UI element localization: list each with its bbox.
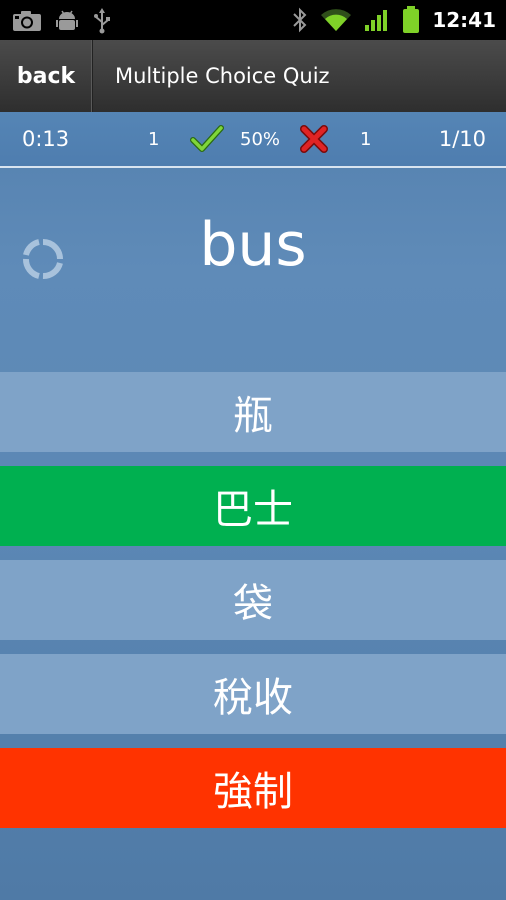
title-bar: back Multiple Choice Quiz: [0, 40, 506, 113]
wifi-icon: [320, 8, 352, 32]
signal-icon: [364, 8, 390, 32]
score-percent: 50%: [240, 128, 281, 150]
timer: 0:13: [22, 127, 70, 151]
choice-option-1[interactable]: 瓶: [0, 372, 506, 452]
correct-count: 1: [148, 128, 160, 150]
score-bar: 0:13 1 50% 1 1/10: [0, 112, 506, 168]
status-bar: 12:41: [0, 0, 506, 40]
question-word: bus: [199, 210, 307, 280]
choice-option-4[interactable]: 稅收: [0, 654, 506, 734]
choice-option-3[interactable]: 袋: [0, 560, 506, 640]
back-button[interactable]: back: [0, 40, 93, 112]
system-icons: 12:41: [292, 6, 496, 34]
camera-icon: [12, 10, 42, 32]
usb-icon: [92, 8, 112, 34]
check-icon: [190, 112, 224, 166]
wrong-count: 1: [360, 128, 372, 150]
battery-icon: [402, 6, 420, 34]
page-title: Multiple Choice Quiz: [115, 64, 330, 88]
choice-option-2[interactable]: 巴士: [0, 466, 506, 546]
choice-option-5[interactable]: 強制: [0, 748, 506, 828]
question-progress: 1/10: [438, 127, 486, 151]
clock: 12:41: [432, 8, 496, 32]
android-debug-icon: [56, 9, 78, 33]
notification-icons: [12, 8, 112, 34]
cross-icon: [298, 112, 330, 166]
bluetooth-icon: [292, 7, 308, 33]
